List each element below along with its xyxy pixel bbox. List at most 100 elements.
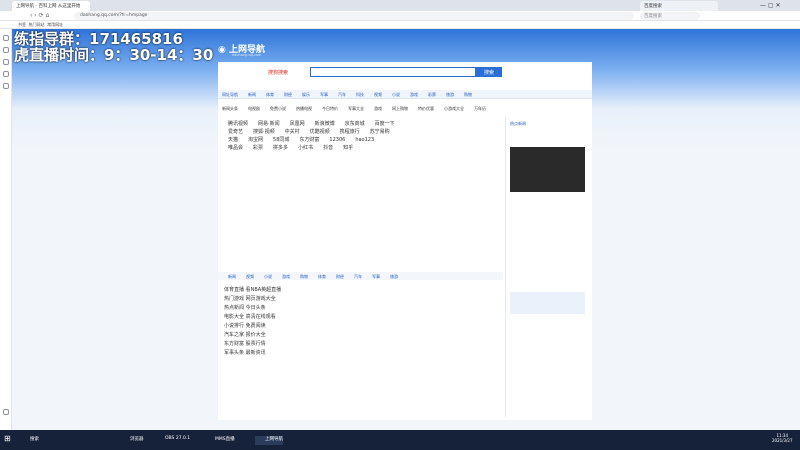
bookmark-icon[interactable] xyxy=(3,47,9,53)
quick-link-6[interactable]: 游戏 xyxy=(374,106,382,112)
nav-link-11[interactable]: 彩票 xyxy=(428,92,436,98)
grid-link-2[interactable]: 中关村 xyxy=(285,128,300,135)
quick-link-8[interactable]: 特价优惠 xyxy=(418,106,434,112)
window-controls[interactable]: — ▢ ✕ xyxy=(760,2,781,9)
list-item[interactable]: 体育直播 看NBA英超直播 xyxy=(224,286,509,293)
grid-link-5[interactable]: 知乎 xyxy=(343,144,353,151)
cat-tab-7[interactable]: 汽车 xyxy=(354,274,362,280)
grid-link-2[interactable]: 58同城 xyxy=(273,136,289,143)
search-box[interactable]: 百度搜索 xyxy=(640,12,700,20)
home-icon[interactable] xyxy=(3,35,9,41)
clock-date: 2021/3/27 xyxy=(772,438,793,443)
nav-link-6[interactable]: 汽车 xyxy=(338,92,346,98)
quick-link-9[interactable]: 小游戏大全 xyxy=(444,106,464,112)
nav-link-12[interactable]: 旅游 xyxy=(446,92,454,98)
grid-link-1[interactable]: 彩票 xyxy=(253,144,263,151)
list-item[interactable]: 电影大全 高清在线观看 xyxy=(224,313,509,320)
cat-tab-5[interactable]: 体育 xyxy=(318,274,326,280)
grid-link-1[interactable]: 搜狐·视频 xyxy=(253,128,275,135)
taskbar-browser[interactable]: 浏览器 xyxy=(120,436,144,445)
nav-link-5[interactable]: 军事 xyxy=(320,92,328,98)
cat-tab-2[interactable]: 小说 xyxy=(264,274,272,280)
settings-icon[interactable] xyxy=(3,409,9,415)
grid-link-3[interactable]: 新浪微博 xyxy=(315,120,335,127)
cat-tab-6[interactable]: 财经 xyxy=(336,274,344,280)
grid-link-5[interactable]: hao123 xyxy=(355,137,374,143)
list-item[interactable]: 汽车之家 报价大全 xyxy=(224,331,509,338)
tab-active[interactable]: 上网导航 - 百科上网 从这里开始 xyxy=(12,1,90,11)
grid-link-3[interactable]: 东方财富 xyxy=(299,136,319,143)
browser-sidebar xyxy=(0,29,12,430)
quick-link-5[interactable]: 军事大全 xyxy=(348,106,364,112)
news-title: 热点新闻 xyxy=(510,121,526,126)
nav-link-13[interactable]: 购物 xyxy=(464,92,472,98)
nav-link-3[interactable]: 财经 xyxy=(284,92,292,98)
site-search-input[interactable] xyxy=(310,67,476,77)
cat-tab-9[interactable]: 旅游 xyxy=(390,274,398,280)
list-item[interactable]: 热点新闻 今日头条 xyxy=(224,304,509,311)
overlay-line-2: 虎直播时间：9：30-14：30 xyxy=(14,46,214,64)
grid-link-5[interactable]: 苏宁易购 xyxy=(370,128,390,135)
grid-link-0[interactable]: 腾讯视频 xyxy=(228,120,248,127)
grid-link-4[interactable]: 携程旅行 xyxy=(340,128,360,135)
nav-link-9[interactable]: 小说 xyxy=(392,92,400,98)
clock[interactable]: 11:34 2021/3/27 xyxy=(772,433,793,443)
taskbar-app-2[interactable]: OBS 27.0.1 xyxy=(155,436,190,445)
grid-link-0[interactable]: 唯品会 xyxy=(228,144,243,151)
tab-second[interactable]: 百度搜索 xyxy=(640,1,718,11)
nav-link-7[interactable]: 科技 xyxy=(356,92,364,98)
quick-link-4[interactable]: 今日特价 xyxy=(322,106,338,112)
list-item[interactable]: 热门游戏 网页游戏大全 xyxy=(224,295,509,302)
list-item[interactable]: 东方财富 股票行情 xyxy=(224,340,509,347)
weather-widget[interactable] xyxy=(510,292,585,314)
quick-link-10[interactable]: 万年历 xyxy=(474,106,486,112)
grid-link-1[interactable]: 网易·新闻 xyxy=(258,120,280,127)
grid-link-0[interactable]: 天猫 xyxy=(228,136,238,143)
address-bar[interactable]: daohang.qq.com/?fr=hmpage xyxy=(74,12,634,20)
nav-link-0[interactable]: 网址导航 xyxy=(222,92,238,98)
quick-link-2[interactable]: 免费小说 xyxy=(270,106,286,112)
download-icon[interactable] xyxy=(3,71,9,77)
cat-tab-0[interactable]: 新闻 xyxy=(228,274,236,280)
grid-link-3[interactable]: 优酷视频 xyxy=(310,128,330,135)
tab-title-2: 百度搜索 xyxy=(644,4,662,9)
quick-link-3[interactable]: 热播电视 xyxy=(296,106,312,112)
grid-link-4[interactable]: 12306 xyxy=(329,137,345,143)
grid-link-5[interactable]: 百度一下 xyxy=(375,120,395,127)
nav-link-4[interactable]: 娱乐 xyxy=(302,92,310,98)
cat-tab-1[interactable]: 视频 xyxy=(246,274,254,280)
nav-link-2[interactable]: 体育 xyxy=(266,92,274,98)
list-item[interactable]: 小说排行 免费阅读 xyxy=(224,322,509,329)
nav-link-1[interactable]: 新闻 xyxy=(248,92,256,98)
nav-link-10[interactable]: 游戏 xyxy=(410,92,418,98)
mail-icon[interactable] xyxy=(3,83,9,89)
logo-sub: daohang.qq.com xyxy=(232,53,262,57)
grid-link-4[interactable]: 京东商城 xyxy=(345,120,365,127)
news-image[interactable] xyxy=(510,147,585,192)
history-icon[interactable] xyxy=(3,59,9,65)
taskbar-app-1[interactable]: 上网导航 xyxy=(255,436,283,445)
grid-link-1[interactable]: 淘宝网 xyxy=(248,136,263,143)
grid-link-4[interactable]: 抖音 xyxy=(323,144,333,151)
cat-tab-8[interactable]: 军事 xyxy=(372,274,380,280)
list-item[interactable]: 军事头条 最新资讯 xyxy=(224,349,509,356)
nav-link-8[interactable]: 视频 xyxy=(374,92,382,98)
cat-tab-4[interactable]: 购物 xyxy=(300,274,308,280)
cat-tab-3[interactable]: 游戏 xyxy=(282,274,290,280)
start-icon[interactable]: ⊞ xyxy=(4,434,14,444)
grid-link-0[interactable]: 爱奇艺 xyxy=(228,128,243,135)
quick-links: 新闻头条 电视剧 免费小说 热播电视 今日特价 军事大全 游戏 网上购物 特价优惠 小游戏大全 万年… xyxy=(222,106,592,112)
grid-link-2[interactable]: 凤凰网 xyxy=(290,120,305,127)
grid-link-3[interactable]: 小红书 xyxy=(298,144,313,151)
site-search-button[interactable]: 搜索 xyxy=(476,67,502,77)
taskbar-app-3[interactable]: MMS直播 xyxy=(205,436,235,445)
quick-link-7[interactable]: 网上购物 xyxy=(392,106,408,112)
grid-link-2[interactable]: 拼多多 xyxy=(273,144,288,151)
nav-buttons[interactable]: ‹ › ⟳ ⌂ xyxy=(30,12,49,19)
quick-link-1[interactable]: 电视剧 xyxy=(248,106,260,112)
quick-link-0[interactable]: 新闻头条 xyxy=(222,106,238,112)
address-text: daohang.qq.com/?fr=hmpage xyxy=(80,13,148,18)
cat-tabs: 新闻 视频 小说 游戏 购物 体育 财经 汽车 军事 旅游 xyxy=(228,274,503,280)
grid-row: 爱奇艺 搜狐·视频 中关村 优酷视频 携程旅行 苏宁易购 xyxy=(228,128,513,135)
taskbar-search[interactable]: 搜索 xyxy=(20,436,39,445)
